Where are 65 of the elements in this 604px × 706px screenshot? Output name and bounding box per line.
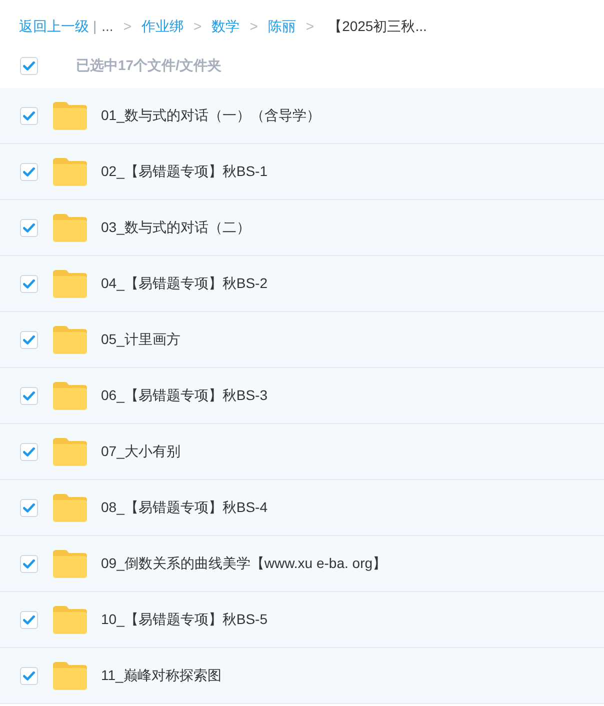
folder-icon: [53, 494, 87, 522]
folder-name: 08_【易错题专项】秋BS-4: [101, 498, 268, 516]
checkbox[interactable]: [20, 106, 38, 124]
breadcrumb-separator: >: [250, 17, 258, 36]
checkbox[interactable]: [20, 218, 38, 236]
checkbox[interactable]: [20, 554, 38, 572]
checkbox[interactable]: [20, 57, 38, 75]
check-icon: [23, 558, 35, 568]
folder-name: 05_计里画方: [101, 330, 180, 348]
check-icon: [23, 446, 35, 456]
checkbox[interactable]: [20, 330, 38, 348]
folder-name: 11_巅峰对称探索图: [101, 666, 222, 684]
file-row[interactable]: 09_倒数关系的曲线美学【www.xu e-ba. org】: [0, 536, 604, 592]
breadcrumb-separator: >: [194, 17, 202, 36]
folder-icon: [53, 550, 87, 578]
file-row[interactable]: 07_大小有别: [0, 424, 604, 480]
file-row[interactable]: 05_计里画方: [0, 312, 604, 368]
breadcrumb-current: 【2025初三秋...: [328, 17, 427, 36]
folder-icon: [53, 214, 87, 242]
folder-name: 07_大小有别: [101, 442, 180, 460]
check-icon: [23, 390, 35, 400]
check-icon: [23, 614, 35, 624]
check-icon: [23, 278, 35, 288]
folder-name: 01_数与式的对话（一）（含导学）: [101, 106, 320, 124]
folder-name: 10_【易错题专项】秋BS-5: [101, 610, 268, 628]
breadcrumb-ellipsis[interactable]: ...: [102, 16, 114, 36]
folder-name: 02_【易错题专项】秋BS-1: [101, 162, 268, 180]
checkbox[interactable]: [20, 666, 38, 684]
breadcrumb-separator: >: [123, 17, 132, 36]
check-icon: [23, 334, 35, 344]
folder-name: 04_【易错题专项】秋BS-2: [101, 274, 268, 292]
file-row[interactable]: 01_数与式的对话（一）（含导学）: [0, 88, 604, 144]
folder-name: 09_倒数关系的曲线美学【www.xu e-ba. org】: [101, 554, 387, 572]
checkbox[interactable]: [20, 610, 38, 628]
folder-icon: [53, 606, 87, 634]
file-row[interactable]: 08_【易错题专项】秋BS-4: [0, 480, 604, 536]
checkbox[interactable]: [20, 442, 38, 460]
selection-count: 已选中17个文件/文件夹: [76, 57, 222, 75]
check-icon: [23, 222, 35, 232]
file-row[interactable]: 02_【易错题专项】秋BS-1: [0, 144, 604, 200]
checkbox[interactable]: [20, 386, 38, 404]
check-icon: [23, 61, 35, 71]
divider-mark: |: [93, 17, 97, 36]
file-row[interactable]: 04_【易错题专项】秋BS-2: [0, 256, 604, 312]
file-row[interactable]: 11_巅峰对称探索图: [0, 648, 604, 704]
checkbox[interactable]: [20, 498, 38, 516]
checkbox[interactable]: [20, 162, 38, 180]
folder-icon: [53, 102, 87, 130]
folder-name: 03_数与式的对话（二）: [101, 218, 250, 236]
folder-icon: [53, 326, 87, 354]
check-icon: [23, 166, 35, 176]
check-icon: [23, 670, 35, 680]
folder-icon: [53, 662, 87, 690]
check-icon: [23, 110, 35, 120]
folder-icon: [53, 158, 87, 186]
file-row[interactable]: 10_【易错题专项】秋BS-5: [0, 592, 604, 648]
folder-icon: [53, 438, 87, 466]
check-icon: [23, 502, 35, 512]
folder-icon: [53, 270, 87, 298]
breadcrumb-separator: >: [306, 17, 314, 36]
folder-name: 06_【易错题专项】秋BS-3: [101, 386, 268, 404]
folder-icon: [53, 382, 87, 410]
file-row[interactable]: 03_数与式的对话（二）: [0, 200, 604, 256]
file-row[interactable]: 06_【易错题专项】秋BS-3: [0, 368, 604, 424]
checkbox[interactable]: [20, 274, 38, 292]
